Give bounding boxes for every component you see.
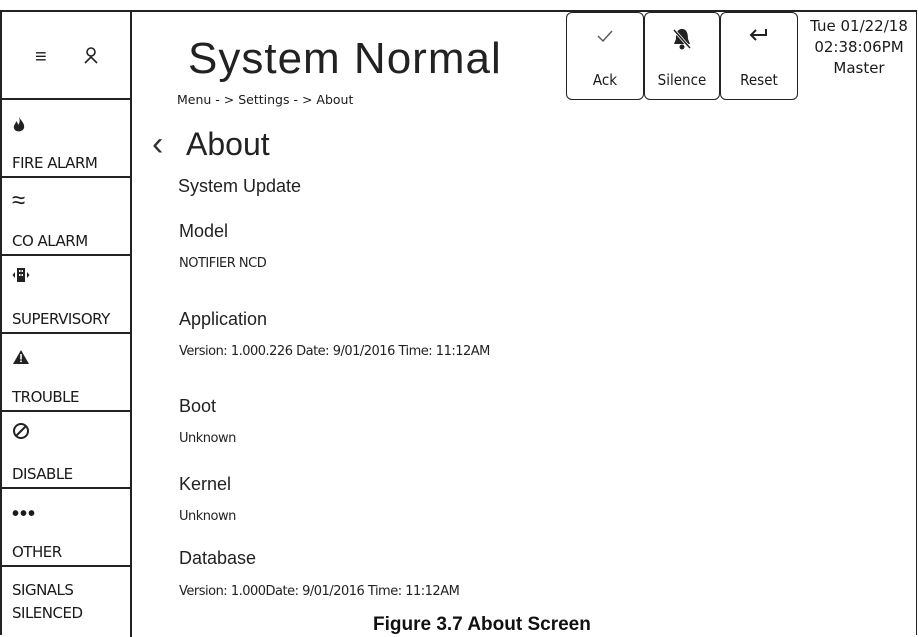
sidebar-item-co-alarm[interactable]: ≈ CO ALARM — [2, 178, 130, 256]
page-title: About — [186, 126, 270, 162]
sidebar-item-supervisory[interactable]: SUPERVISORY — [2, 256, 130, 334]
sidebar: FIRE ALARM ≈ CO ALARM SUPERVISORY TROUBL… — [2, 100, 132, 637]
return-arrow-icon — [721, 27, 797, 48]
sidebar-label: TROUBLE — [12, 388, 80, 406]
breadcrumb: Menu - > Settings - > About — [177, 92, 354, 107]
disable-icon — [12, 422, 30, 445]
flame-icon — [12, 116, 26, 139]
database-value: Version: 1.000Date: 9/01/2016 Time: 11:1… — [179, 584, 460, 599]
application-value: Version: 1.000.226 Date: 9/01/2016 Time:… — [179, 344, 490, 359]
date-text: Tue 01/22/18 — [810, 17, 908, 35]
reset-label: Reset — [740, 71, 778, 89]
hamburger-menu-icon[interactable]: ≡ — [35, 47, 47, 67]
date-time-display: Tue 01/22/18 02:38:06PM Master — [802, 16, 916, 79]
warning-icon — [12, 348, 30, 370]
reset-button[interactable]: Reset — [720, 12, 798, 100]
boot-value: Unknown — [179, 431, 236, 446]
user-icon[interactable] — [84, 46, 98, 71]
ack-button[interactable]: Ack — [566, 12, 644, 100]
waves-icon: ≈ — [12, 187, 26, 214]
system-status-title: System Normal — [188, 34, 502, 83]
kernel-value: Unknown — [179, 509, 236, 524]
signals-silenced-line2: SILENCED — [12, 604, 83, 622]
ack-label: Ack — [592, 71, 618, 89]
sidebar-label: CO ALARM — [12, 232, 88, 250]
sidebar-label: FIRE ALARM — [12, 154, 98, 172]
sidebar-item-disable[interactable]: DISABLE — [2, 412, 130, 489]
boot-label: Boot — [179, 396, 217, 416]
model-value: NOTIFIER NCD — [179, 256, 267, 271]
mode-text: Master — [833, 59, 885, 77]
sidebar-item-other[interactable]: ••• OTHER — [2, 489, 130, 567]
building-icon — [12, 266, 30, 289]
signals-silenced-indicator: SIGNALS SILENCED — [2, 579, 130, 625]
model-label: Model — [179, 221, 229, 241]
menu-cell: ≡ — [2, 12, 132, 100]
silence-button[interactable]: Silence — [644, 12, 720, 100]
silence-label: Silence — [657, 71, 707, 89]
back-chevron-icon[interactable]: ‹ — [152, 124, 163, 164]
dots-icon: ••• — [12, 503, 37, 525]
sidebar-item-fire-alarm[interactable]: FIRE ALARM — [2, 100, 130, 178]
check-icon — [567, 27, 643, 48]
system-update-link[interactable]: System Update — [178, 176, 301, 197]
application-label: Application — [179, 309, 268, 329]
time-text: 02:38:06PM — [814, 38, 904, 56]
signals-silenced-line1: SIGNALS — [12, 581, 74, 599]
database-label: Database — [179, 548, 257, 568]
sidebar-label: OTHER — [12, 543, 62, 561]
kernel-label: Kernel — [179, 474, 232, 494]
sidebar-label: DISABLE — [12, 465, 73, 483]
sidebar-label: SUPERVISORY — [12, 310, 110, 328]
panel-frame: ≡ System Normal Ack Silence Reset Tue 01… — [0, 10, 917, 637]
figure-caption: Figure 3.7 About Screen — [373, 614, 591, 635]
sidebar-item-trouble[interactable]: TROUBLE — [2, 334, 130, 412]
bell-slash-icon — [645, 27, 719, 56]
